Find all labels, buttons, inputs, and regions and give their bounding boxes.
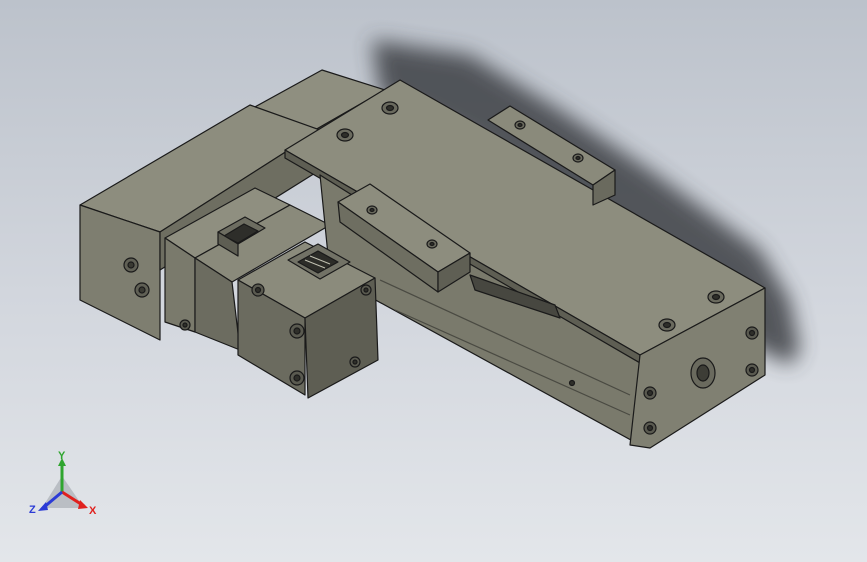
motor-bolt-2 [289,370,305,386]
triad-z-label: Z [29,504,36,516]
bracket-bolt-upper [123,257,139,273]
top-plate-hole-4 [658,318,676,332]
slider-hole-1 [366,205,378,215]
reference-triad[interactable] [38,458,88,511]
body-pin-hole [568,379,576,387]
rear-plate-hole-1 [514,120,526,130]
top-plate-hole-2 [336,128,354,142]
flange-bolt [179,319,191,331]
slider-hole-2 [426,239,438,249]
motor-bolt-1 [289,323,305,339]
rear-plate-hole-2 [572,153,584,163]
end-cap-bolt-1 [745,326,759,340]
end-cap-bolt-2 [745,363,759,377]
top-plate-hole-3 [707,290,725,304]
motor-bolt-3 [251,283,265,297]
top-plate-hole-1 [381,101,399,115]
bracket-bolt-lower [134,282,150,298]
motor-bolt-4 [360,284,372,296]
cad-model[interactable] [0,0,867,562]
end-cap-bolt-4 [643,421,657,435]
triad-y-label: Y [58,450,66,462]
graphics-viewport[interactable]: Y X Z [0,0,867,562]
end-cap-bolt-3 [643,386,657,400]
motor-bolt-5 [349,356,361,368]
triad-x-label: X [89,505,97,517]
